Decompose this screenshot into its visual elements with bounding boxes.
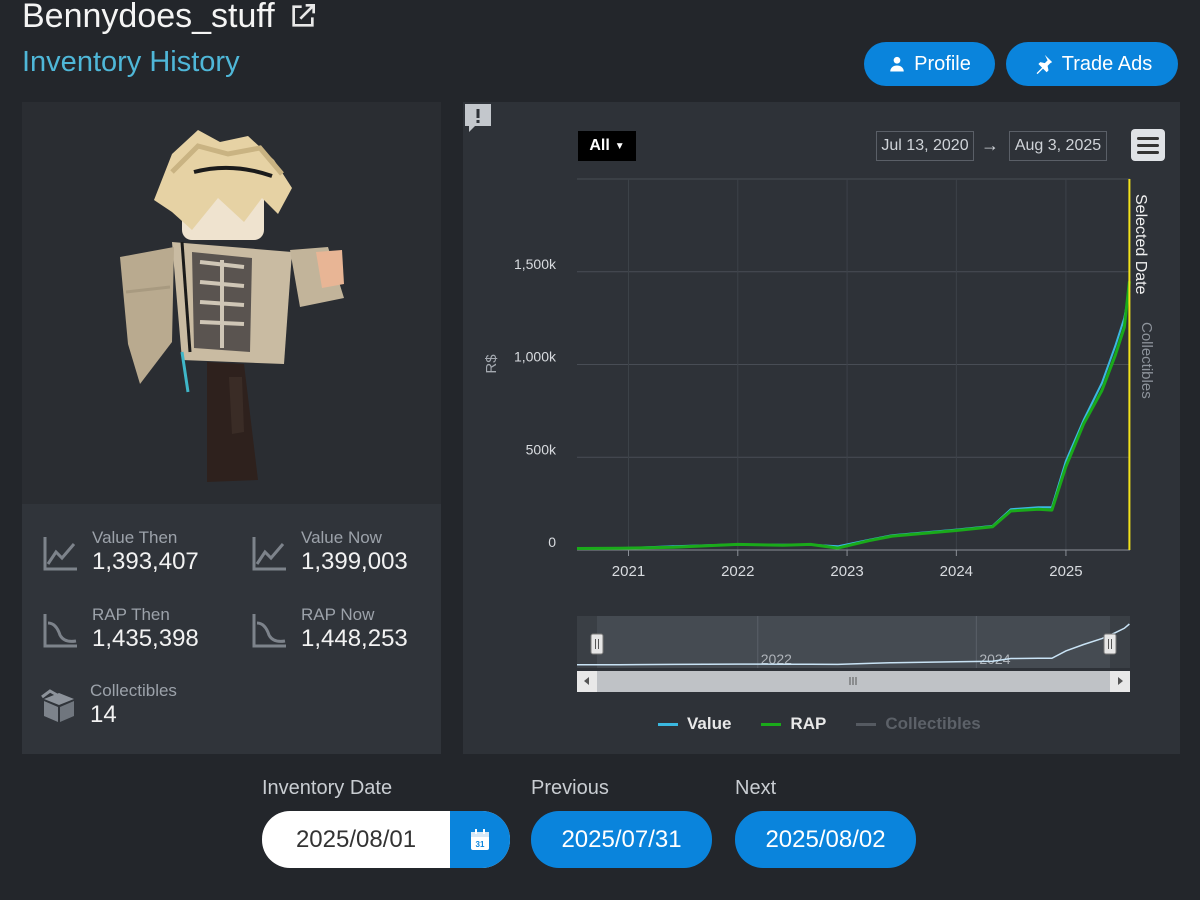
right-axis-title: Collectibles: [1138, 322, 1155, 399]
legend-label: Value: [687, 714, 732, 733]
previous-label: Previous: [531, 777, 609, 799]
rap-now-value: 1,448,253: [301, 625, 408, 652]
pin-icon: [1036, 54, 1052, 75]
bell-curve-icon: [43, 614, 77, 648]
collectibles-value: 14: [90, 701, 117, 728]
x-tick-label: 2023: [830, 563, 863, 580]
trade-ads-button[interactable]: Trade Ads: [1006, 42, 1178, 86]
previous-date-button[interactable]: 2025/07/31: [531, 811, 712, 868]
legend-item-value[interactable]: Value: [658, 714, 731, 734]
x-tick-label: 2022: [721, 563, 754, 580]
value-then-stat: Value Then 1,393,407: [42, 528, 199, 576]
legend-item-collectibles[interactable]: Collectibles: [856, 714, 981, 734]
value-now-label: Value Now: [301, 528, 382, 547]
calendar-icon: 31: [471, 828, 489, 850]
value-now-stat: Value Now 1,399,003: [251, 528, 408, 576]
inventory-date-picker[interactable]: 2025/08/01 31: [262, 811, 510, 868]
inventory-date-label: Inventory Date: [262, 777, 393, 799]
calendar-day: 31: [476, 840, 485, 849]
selected-date-label: Selected Date: [1132, 194, 1149, 295]
y-tick-label: 0: [548, 534, 556, 550]
collectibles-stat: Collectibles 14: [40, 681, 177, 729]
profile-button[interactable]: Profile: [864, 42, 995, 86]
avatar-image: [22, 102, 441, 504]
rap-then-value: 1,435,398: [92, 625, 199, 652]
open-box-icon: [41, 689, 74, 722]
legend-label: RAP: [790, 714, 827, 733]
bell-curve-icon: [252, 614, 286, 648]
trend-chart-icon: [43, 537, 77, 571]
rap-then-stat: RAP Then 1,435,398: [42, 605, 199, 653]
trade-ads-label: Trade Ads: [1061, 52, 1153, 75]
next-date-button[interactable]: 2025/08/02: [735, 811, 916, 868]
x-tick-label: 2025: [1049, 563, 1082, 580]
legend-swatch: [761, 722, 782, 726]
username-text: Bennydoes_stuff: [22, 0, 275, 35]
rap-then-label: RAP Then: [92, 605, 170, 624]
x-tick-label: 2021: [612, 563, 645, 580]
navigator-handle: [1103, 633, 1117, 655]
collectibles-label: Collectibles: [90, 681, 177, 700]
y-tick-label: 1,000k: [514, 349, 557, 365]
chart-legend: Value RAP Collectibles: [658, 714, 981, 734]
profile-label: Profile: [914, 52, 971, 75]
legend-item-rap[interactable]: RAP: [761, 714, 826, 734]
legend-label: Collectibles: [885, 714, 981, 733]
avatar-panel: Value Then 1,393,407 Value Now 1,399,003…: [22, 102, 441, 754]
legend-swatch: [856, 722, 877, 726]
series-line-rap: [576, 281, 1131, 550]
x-tick-label: 2024: [940, 563, 973, 580]
chart-panel: All ▼ Jul 13, 2020 → Aug 3, 2025 0 500k 1,…: [463, 102, 1180, 754]
y-tick-label: 500k: [526, 441, 557, 457]
person-icon: [890, 56, 904, 72]
inventory-history-chart[interactable]: 0 500k 1,000k 1,500k R$ 2021 2022 2023 2024 2025 S…: [463, 102, 1180, 754]
page-subtitle: Inventory History: [22, 46, 240, 78]
external-link-icon[interactable]: [287, 0, 319, 32]
rap-now-stat: RAP Now 1,448,253: [251, 605, 408, 653]
username-heading: Bennydoes_stuff: [22, 0, 319, 38]
calendar-button[interactable]: 31: [450, 811, 510, 868]
value-then-label: Value Then: [92, 528, 178, 547]
legend-swatch: [658, 722, 678, 726]
value-now-value: 1,399,003: [301, 548, 408, 575]
navigator-handle: [590, 633, 604, 655]
y-axis-title: R$: [483, 354, 500, 374]
rap-now-label: RAP Now: [301, 605, 375, 624]
stats-section: Value Then 1,393,407 Value Now 1,399,003…: [22, 504, 441, 754]
value-then-value: 1,393,407: [92, 548, 199, 575]
y-tick-label: 1,500k: [514, 256, 557, 272]
trend-chart-icon: [252, 537, 286, 571]
navigator-selected-range: [597, 616, 1110, 668]
next-label: Next: [735, 777, 777, 799]
inventory-date-field[interactable]: 2025/08/01: [262, 811, 450, 868]
